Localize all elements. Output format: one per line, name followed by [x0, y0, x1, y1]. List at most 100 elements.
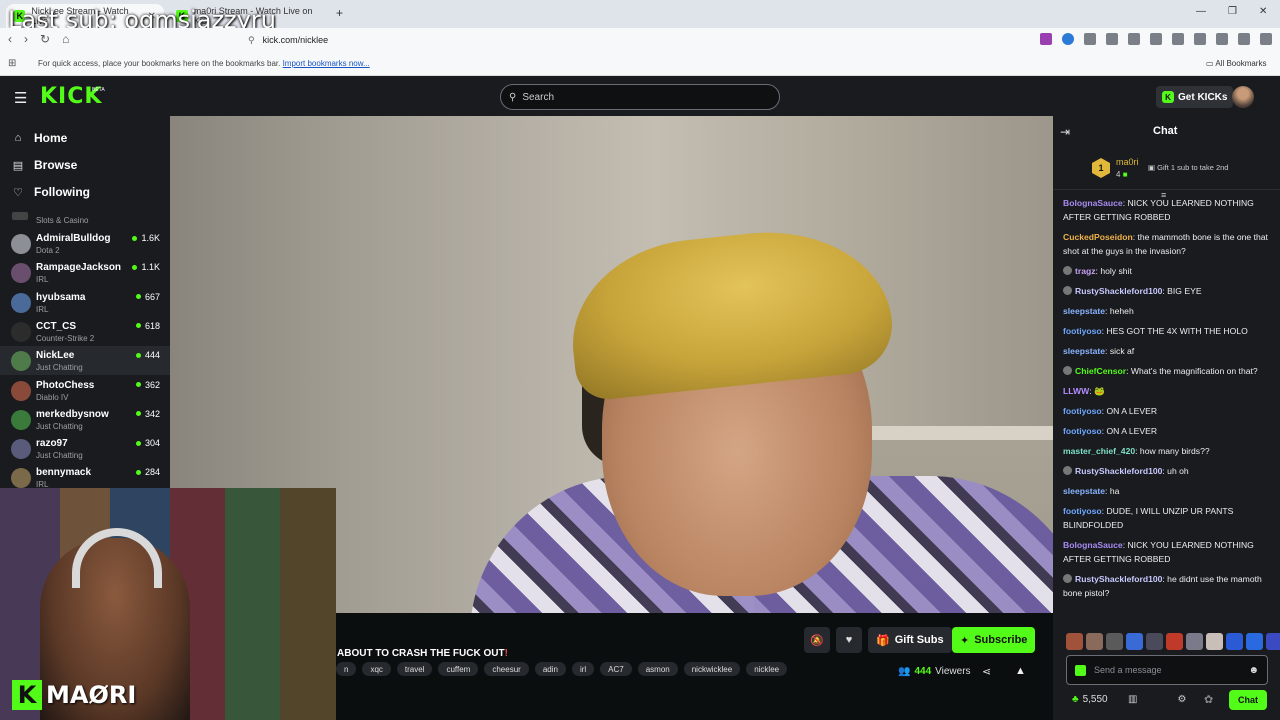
menu-icon[interactable]: ☰ [14, 89, 27, 107]
emote-icon[interactable] [1246, 633, 1263, 650]
sidebar-channel-item[interactable]: CCT_CS Counter-Strike 2 618 [0, 317, 170, 346]
stream-tag[interactable]: asmon [637, 662, 678, 676]
download-icon[interactable] [1128, 33, 1140, 45]
menu-icon[interactable] [1260, 33, 1272, 45]
sidebar-channel-item[interactable]: PhotoChess Diablo IV 362 [0, 376, 170, 405]
emote-icon[interactable] [1126, 633, 1143, 650]
sidebar-channel-item[interactable]: merkedbysnow Just Chatting 342 [0, 405, 170, 434]
subscribe-button[interactable]: ✦ Subscribe [952, 627, 1036, 653]
chat-text: : HES GOT THE 4X WITH THE HOLO [1101, 326, 1248, 336]
emote-icon[interactable] [1066, 633, 1083, 650]
stream-tag[interactable]: nickwicklee [683, 662, 741, 676]
chat-username[interactable]: BolognaSauce [1063, 198, 1123, 208]
channel-category: IRL [36, 275, 49, 285]
chat-message: footiyoso: ON A LEVER [1063, 404, 1271, 418]
wallet-icon[interactable] [1194, 33, 1206, 45]
chat-username[interactable]: LLWW [1063, 386, 1089, 396]
import-bookmarks-link[interactable]: Import bookmarks now... [283, 59, 370, 68]
new-tab-button[interactable]: + [336, 6, 343, 20]
stream-tag[interactable]: adin [534, 662, 566, 676]
extension-icon[interactable] [1106, 33, 1118, 45]
chat-input[interactable]: Send a message ☻ [1066, 655, 1268, 685]
follow-button[interactable]: ♥ [836, 627, 862, 653]
report-icon[interactable]: ▲ [1015, 665, 1026, 677]
user-avatar[interactable] [1232, 86, 1254, 108]
apps-icon[interactable]: ⊞ [8, 58, 16, 69]
gift-subs-button[interactable]: 🎁 Gift Subs [868, 627, 952, 653]
emote-icon[interactable] [1106, 633, 1123, 650]
emote-icon[interactable] [1086, 633, 1103, 650]
chat-username[interactable]: RustyShackleford100 [1075, 574, 1162, 584]
chat-username[interactable]: CuckedPoseidon [1063, 232, 1133, 242]
gifter-name[interactable]: ma0ri [1116, 157, 1139, 167]
send-chat-button[interactable]: Chat [1229, 690, 1267, 710]
chat-username[interactable]: footiyoso [1063, 406, 1102, 416]
mod-icon[interactable]: ✿ [1204, 693, 1213, 706]
mute-notifications-button[interactable]: 🔕 [804, 627, 830, 653]
all-bookmarks[interactable]: ▭ All Bookmarks [1206, 59, 1266, 68]
gift-icon[interactable] [1075, 664, 1086, 676]
sidebar-channel-item[interactable]: AdmiralBulldog Dota 2 1.6K [0, 229, 170, 258]
chat-username[interactable]: footiyoso [1063, 426, 1102, 436]
sidebar-channel-item[interactable]: hyubsama IRL 667 [0, 288, 170, 317]
extension-icon[interactable] [1062, 33, 1074, 45]
sidebar-item-home[interactable]: ⌂ Home [12, 131, 68, 145]
stream-tag[interactable]: cheesur [484, 662, 529, 676]
sidebar-item-following[interactable]: ♡ Following [12, 185, 90, 199]
minimize-icon[interactable]: — [1196, 6, 1206, 17]
emote-icon[interactable] [1146, 633, 1163, 650]
stream-tag[interactable]: irl [571, 662, 595, 676]
ai-icon[interactable] [1216, 33, 1228, 45]
puzzle-icon[interactable] [1084, 33, 1096, 45]
chat-username[interactable]: master_chief_420 [1063, 446, 1135, 456]
chat-username[interactable]: tragz [1075, 266, 1096, 276]
back-icon[interactable]: ‹ [8, 32, 12, 46]
chat-username[interactable]: RustyShackleford100 [1075, 286, 1162, 296]
sidebar-icon[interactable] [1172, 33, 1184, 45]
forward-icon[interactable]: › [24, 32, 28, 46]
settings-icon[interactable]: ⚙ [1177, 694, 1186, 705]
store-icon[interactable]: ▥ [1128, 694, 1137, 705]
stream-tag[interactable]: nicklee [746, 662, 788, 676]
close-window-icon[interactable]: ✕ [1259, 6, 1267, 17]
emote-icon[interactable] [1226, 633, 1243, 650]
reload-icon[interactable]: ↻ [40, 32, 50, 46]
kick-points[interactable]: ♣ 5,550 [1072, 694, 1108, 705]
chat-username[interactable]: sleepstate [1063, 306, 1105, 316]
chat-username[interactable]: footiyoso [1063, 326, 1102, 336]
channel-name: razo97 [36, 438, 68, 450]
chat-username[interactable]: sleepstate [1063, 346, 1105, 356]
chat-username[interactable]: BolognaSauce [1063, 540, 1123, 550]
sidebar-channel-item[interactable]: razo97 Just Chatting 304 [0, 434, 170, 463]
sidebar-channel-item[interactable]: NickLee Just Chatting 444 [0, 346, 170, 376]
chat-message: RustyShackleford100: BIG EYE [1063, 284, 1271, 298]
get-kicks-button[interactable]: K Get KICKs [1156, 86, 1234, 108]
emote-icon[interactable] [1166, 633, 1183, 650]
search-input[interactable]: ⚲ Search [500, 84, 780, 110]
chat-username[interactable]: ChiefCensor [1075, 366, 1126, 376]
share-icon[interactable]: ⋖ [982, 665, 991, 678]
emote-icon[interactable] [1266, 633, 1280, 650]
stream-tag[interactable]: xqc [362, 662, 391, 676]
stream-tag[interactable]: n [336, 662, 357, 676]
url-field[interactable]: ⚲ kick.com/nicklee [248, 30, 968, 50]
emoji-icon[interactable]: ☻ [1248, 665, 1259, 676]
collapse-chat-icon[interactable]: ⇥ [1060, 125, 1070, 139]
maximize-icon[interactable]: ❐ [1228, 6, 1237, 17]
chat-username[interactable]: sleepstate [1063, 486, 1105, 496]
extension-icon[interactable] [1040, 33, 1052, 45]
chat-username[interactable]: RustyShackleford100 [1075, 466, 1162, 476]
music-icon[interactable] [1150, 33, 1162, 45]
chat-username[interactable]: footiyoso [1063, 506, 1102, 516]
stream-tag[interactable]: AC7 [600, 662, 632, 676]
shield-icon[interactable] [1238, 33, 1250, 45]
stream-tag[interactable]: cuffem [438, 662, 479, 676]
sidebar-channel-item[interactable]: RampageJackson IRL 1.1K [0, 258, 170, 287]
home-icon[interactable]: ⌂ [62, 32, 69, 46]
emote-icon[interactable] [1186, 633, 1203, 650]
site-info-icon[interactable]: ⚲ [248, 35, 255, 46]
sidebar-item-browse[interactable]: ▤ Browse [12, 158, 78, 172]
chat-title: Chat [1153, 125, 1178, 137]
stream-tag[interactable]: travel [396, 662, 433, 676]
emote-icon[interactable] [1206, 633, 1223, 650]
